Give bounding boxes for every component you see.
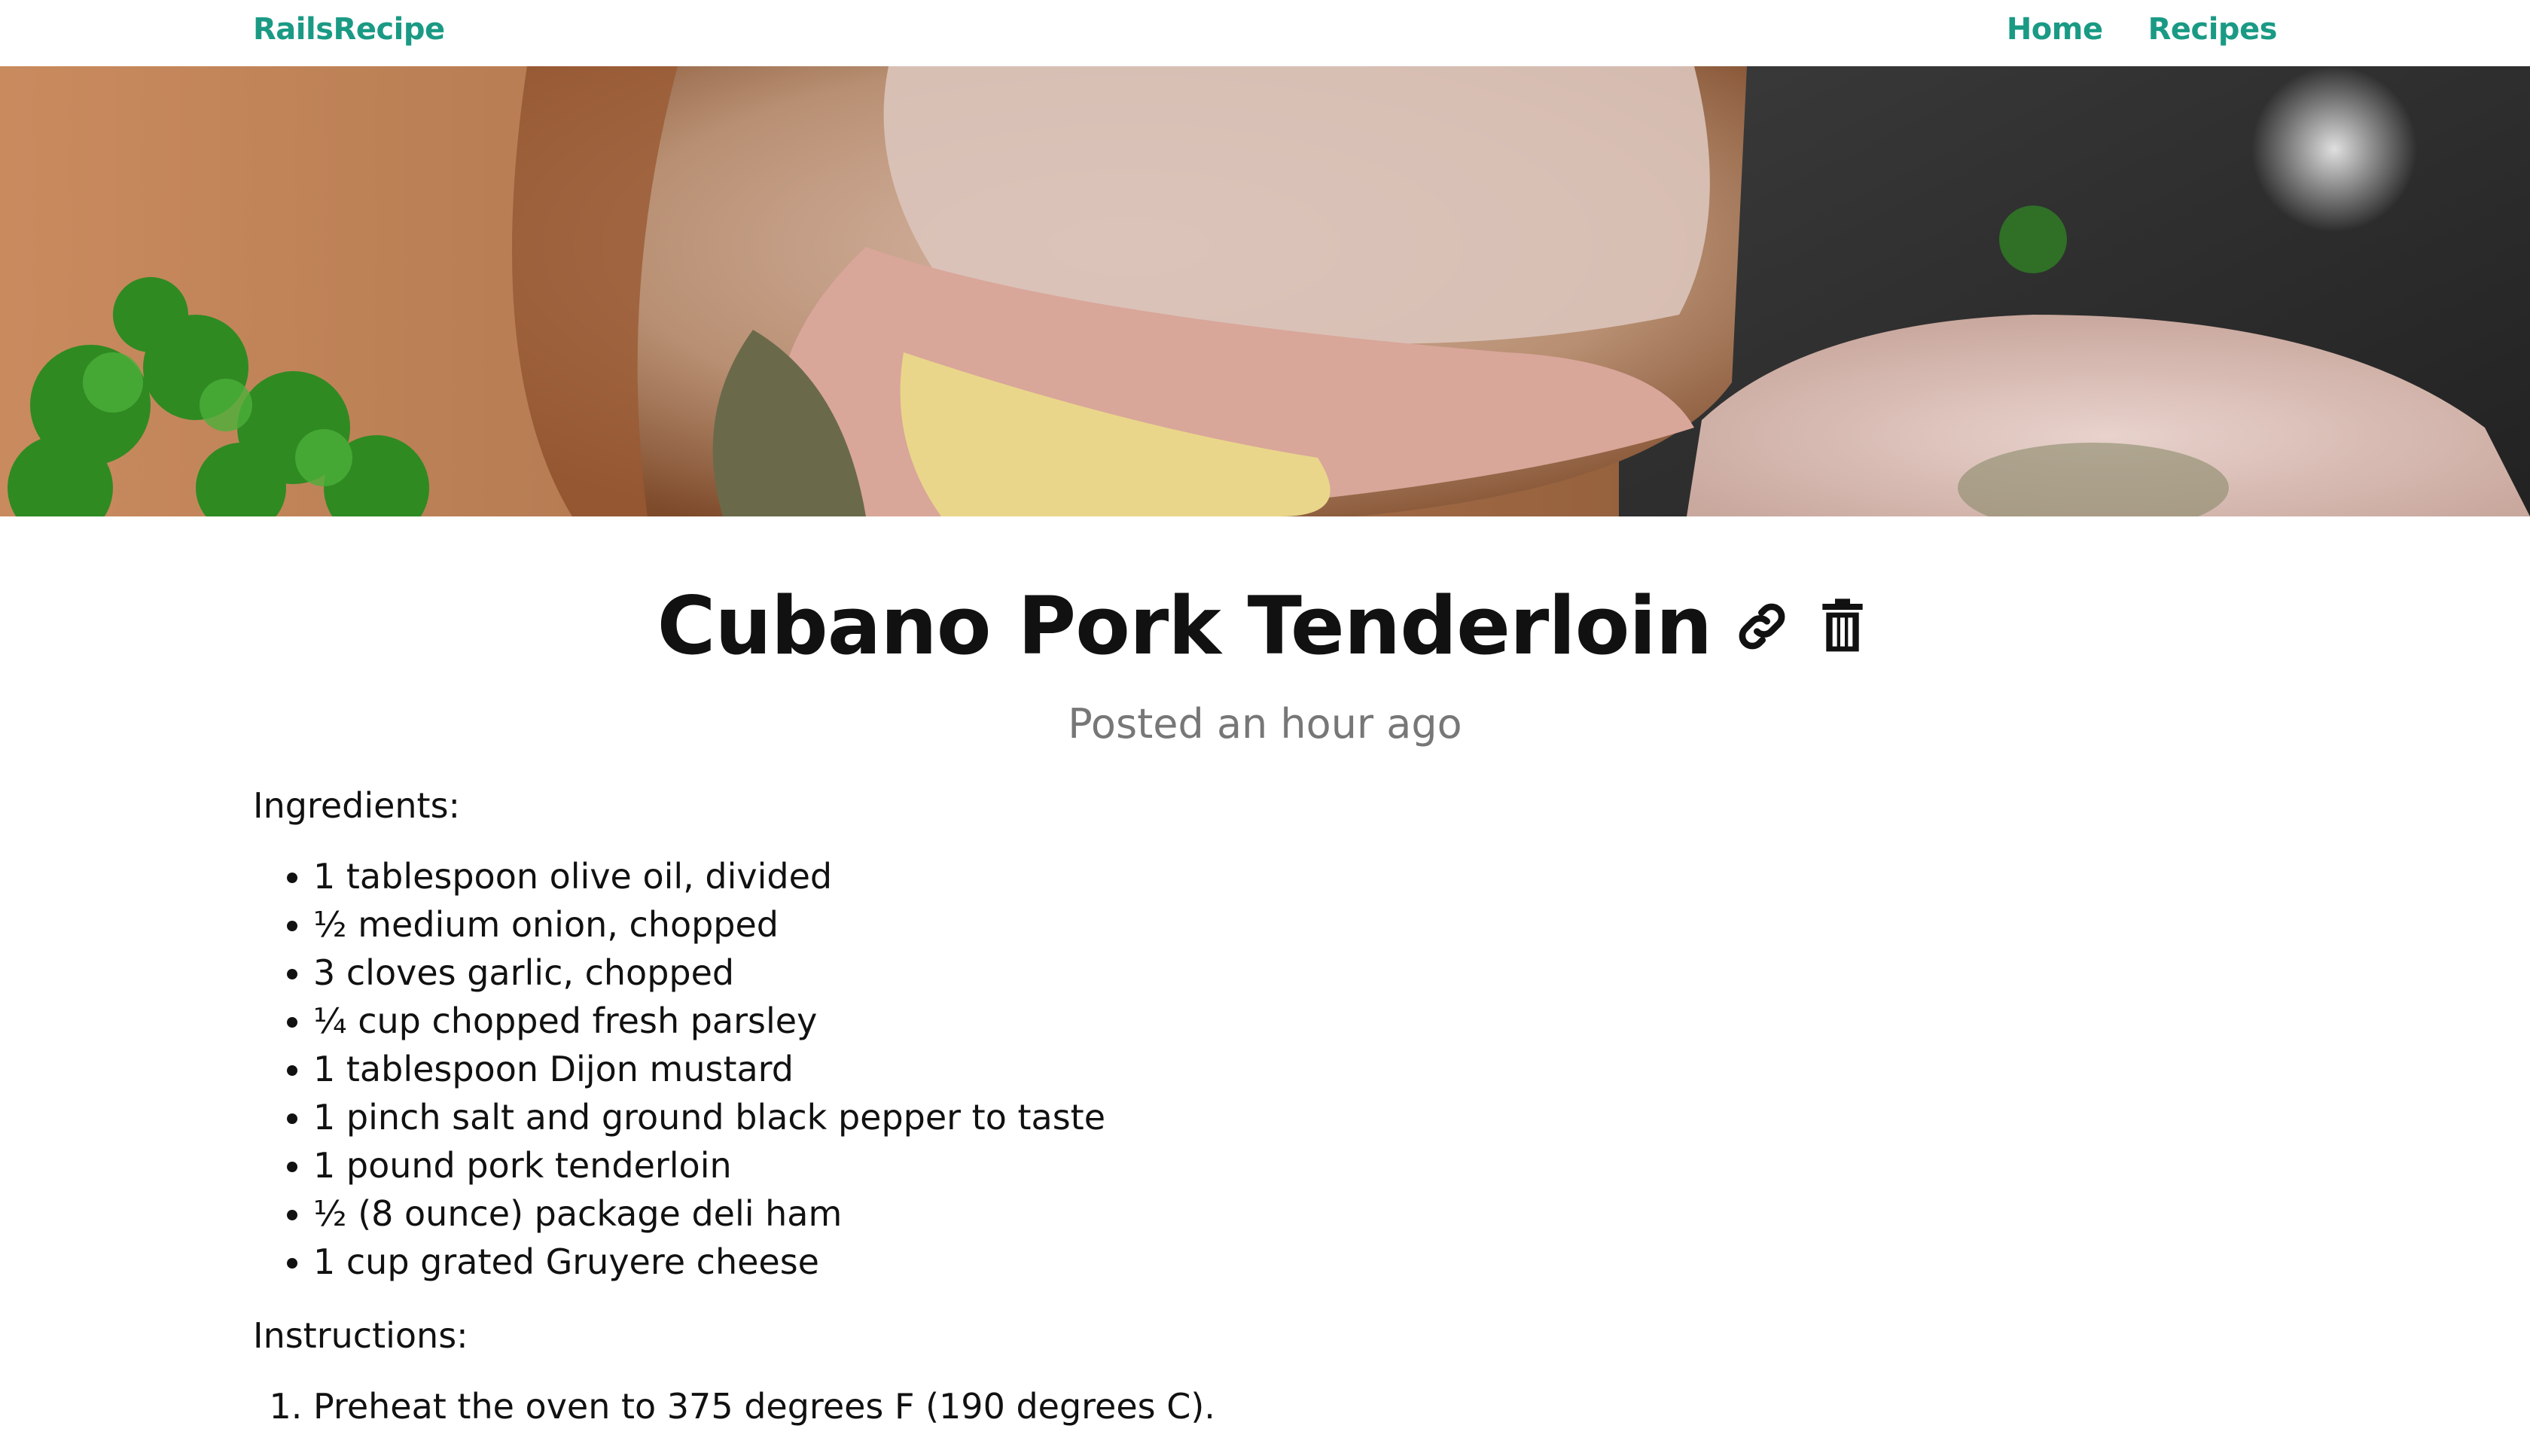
ingredient-item: ¼ cup chopped fresh parsley: [313, 997, 2277, 1045]
ingredient-item: ½ (8 ounce) package deli ham: [313, 1189, 2277, 1238]
hero-image: [0, 66, 2530, 516]
ingredient-item: 1 tablespoon olive oil, divided: [313, 852, 2277, 900]
ingredient-item: ½ medium onion, chopped: [313, 900, 2277, 949]
navbar: RailsRecipe Home Recipes: [0, 0, 2530, 67]
ingredient-item: 1 pound pork tenderloin: [313, 1141, 2277, 1189]
nav-recipes-link[interactable]: Recipes: [2148, 12, 2278, 47]
link-icon[interactable]: [1732, 596, 1792, 656]
instructions-label: Instructions:: [253, 1315, 468, 1356]
recipe-title: Cubano Pork Tenderloin: [657, 580, 1713, 672]
ingredient-item: 1 pinch salt and ground black pepper to …: [313, 1093, 2277, 1141]
hero-food-photo: [0, 66, 2530, 516]
recipe-title-row: Cubano Pork Tenderloin: [0, 580, 2530, 672]
trash-icon[interactable]: [1812, 596, 1873, 656]
ingredients-list: 1 tablespoon olive oil, divided ½ medium…: [253, 852, 2277, 1286]
ingredients-label: Ingredients:: [253, 785, 461, 826]
recipe-content: Ingredients: 1 tablespoon olive oil, div…: [253, 781, 2277, 1456]
nav-links: Home Recipes: [2007, 12, 2278, 47]
ingredient-item: 1 tablespoon Dijon mustard: [313, 1045, 2277, 1093]
ingredient-item: 3 cloves garlic, chopped: [313, 949, 2277, 997]
nav-home-link[interactable]: Home: [2007, 12, 2103, 47]
posted-time: Posted an hour ago: [1068, 700, 1462, 748]
ingredient-item: 1 cup grated Gruyere cheese: [313, 1238, 2277, 1286]
instruction-step: Preheat the oven to 375 degrees F (190 d…: [313, 1382, 2277, 1430]
brand-logo-link[interactable]: RailsRecipe: [253, 12, 445, 47]
instructions-list: Preheat the oven to 375 degrees F (190 d…: [253, 1382, 2277, 1430]
